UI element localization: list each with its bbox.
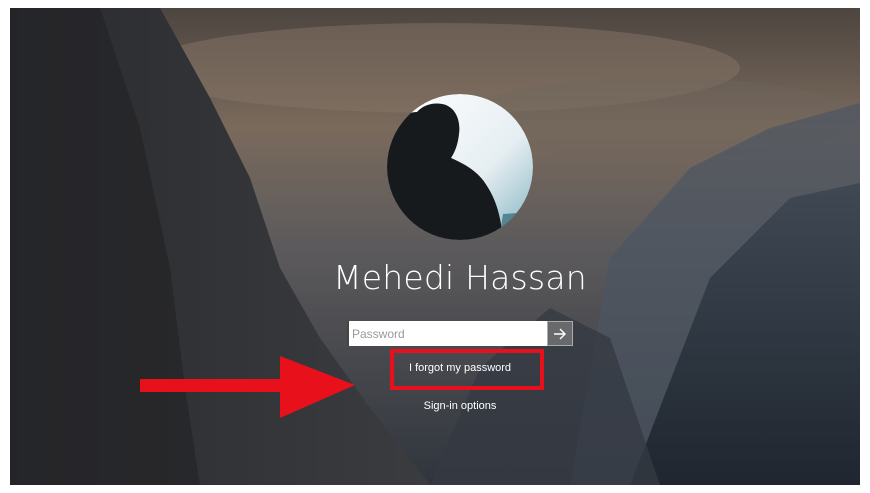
user-photo-icon [387,94,533,240]
user-avatar [387,94,533,240]
user-name: Mehedi Hassan [333,258,587,297]
sign-in-options-link[interactable]: Sign-in options [385,400,535,412]
mountain-wallpaper [10,8,860,485]
red-arrow-icon [140,356,355,418]
submit-button[interactable] [547,321,573,346]
annotation-highlight-box [390,349,544,390]
arrow-right-icon [554,328,566,339]
screenshot-frame: Mehedi Hassan I forgot my password Sign-… [0,0,870,493]
lock-screen: Mehedi Hassan I forgot my password Sign-… [10,8,860,485]
password-input[interactable] [347,321,547,346]
password-row [347,321,573,346]
